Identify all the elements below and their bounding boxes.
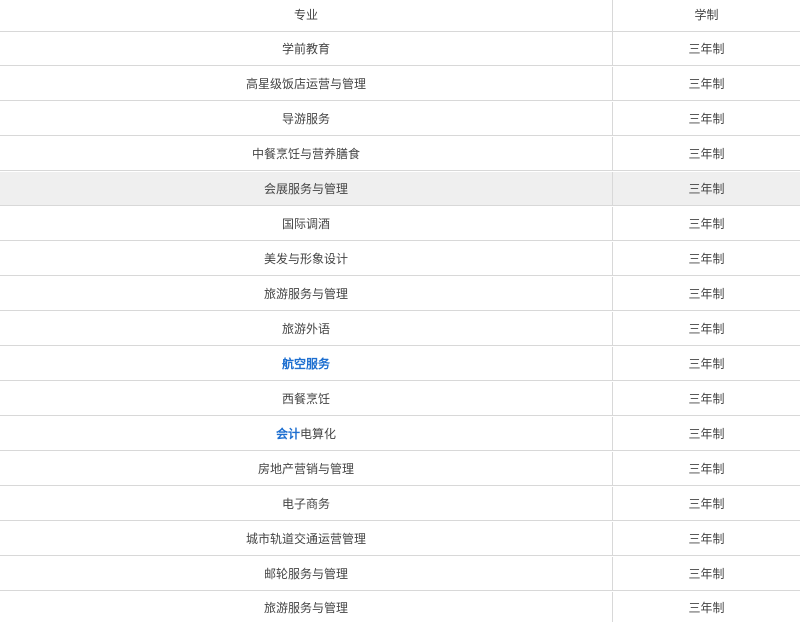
table-row: 美发与形象设计 三年制 xyxy=(0,242,800,276)
table-row-hovered: 会展服务与管理 三年制 xyxy=(0,172,800,206)
years-cell: 三年制 xyxy=(688,182,725,196)
years-cell: 三年制 xyxy=(688,322,725,336)
major-link-aviation-service[interactable]: 航空服务 xyxy=(282,355,330,372)
major-cell: 导游服务 xyxy=(0,102,613,135)
major-cell: 旅游外语 xyxy=(0,312,613,345)
years-cell: 三年制 xyxy=(688,427,725,441)
years-cell: 三年制 xyxy=(688,42,725,56)
majors-table: 专业 学制 学前教育 三年制 高星级饭店运营与管理 三年制 导游服务 三年制 中… xyxy=(0,0,800,622)
table-row: 国际调酒 三年制 xyxy=(0,207,800,241)
major-cell: 会计 电算化 xyxy=(0,417,613,450)
table-row: 旅游服务与管理 三年制 xyxy=(0,277,800,311)
major-cell: 航空服务 xyxy=(0,347,613,380)
major-cell: 旅游服务与管理 xyxy=(0,592,613,622)
major-cell: 学前教育 xyxy=(0,32,613,65)
table-row: 学前教育 三年制 xyxy=(0,32,800,66)
years-cell: 三年制 xyxy=(688,287,725,301)
major-cell: 旅游服务与管理 xyxy=(0,277,613,310)
years-cell: 三年制 xyxy=(688,252,725,266)
years-cell: 三年制 xyxy=(688,147,725,161)
table-row: 旅游服务与管理 三年制 xyxy=(0,592,800,622)
major-cell: 邮轮服务与管理 xyxy=(0,557,613,590)
years-cell: 三年制 xyxy=(688,77,725,91)
major-cell: 高星级饭店运营与管理 xyxy=(0,67,613,100)
table-row: 西餐烹饪 三年制 xyxy=(0,382,800,416)
years-cell: 三年制 xyxy=(688,532,725,546)
header-years: 学制 xyxy=(694,8,719,22)
table-row: 导游服务 三年制 xyxy=(0,102,800,136)
major-cell: 会展服务与管理 xyxy=(0,172,613,205)
table-row: 城市轨道交通运营管理 三年制 xyxy=(0,522,800,556)
table-header-row: 专业 学制 xyxy=(0,0,800,32)
major-cell: 电子商务 xyxy=(0,487,613,520)
years-cell: 三年制 xyxy=(688,357,725,371)
years-cell: 三年制 xyxy=(688,112,725,126)
years-cell: 三年制 xyxy=(688,217,725,231)
table-row: 中餐烹饪与营养膳食 三年制 xyxy=(0,137,800,171)
table-row: 电子商务 三年制 xyxy=(0,487,800,521)
years-cell: 三年制 xyxy=(688,600,725,615)
major-link-accounting[interactable]: 会计 xyxy=(276,425,300,442)
years-cell: 三年制 xyxy=(688,497,725,511)
table-row: 会计 电算化 三年制 xyxy=(0,417,800,451)
major-cell: 美发与形象设计 xyxy=(0,242,613,275)
table-row: 航空服务 三年制 xyxy=(0,347,800,381)
major-cell: 国际调酒 xyxy=(0,207,613,240)
major-cell: 房地产营销与管理 xyxy=(0,452,613,485)
major-text-suffix: 电算化 xyxy=(300,427,337,441)
table-row: 房地产营销与管理 三年制 xyxy=(0,452,800,486)
major-cell: 西餐烹饪 xyxy=(0,382,613,415)
years-cell: 三年制 xyxy=(688,462,725,476)
years-cell: 三年制 xyxy=(688,567,725,581)
table-row: 邮轮服务与管理 三年制 xyxy=(0,557,800,591)
major-cell: 城市轨道交通运营管理 xyxy=(0,522,613,555)
table-row: 旅游外语 三年制 xyxy=(0,312,800,346)
major-cell: 中餐烹饪与营养膳食 xyxy=(0,137,613,170)
table-row: 高星级饭店运营与管理 三年制 xyxy=(0,67,800,101)
header-major: 专业 xyxy=(0,0,613,31)
years-cell: 三年制 xyxy=(688,392,725,406)
